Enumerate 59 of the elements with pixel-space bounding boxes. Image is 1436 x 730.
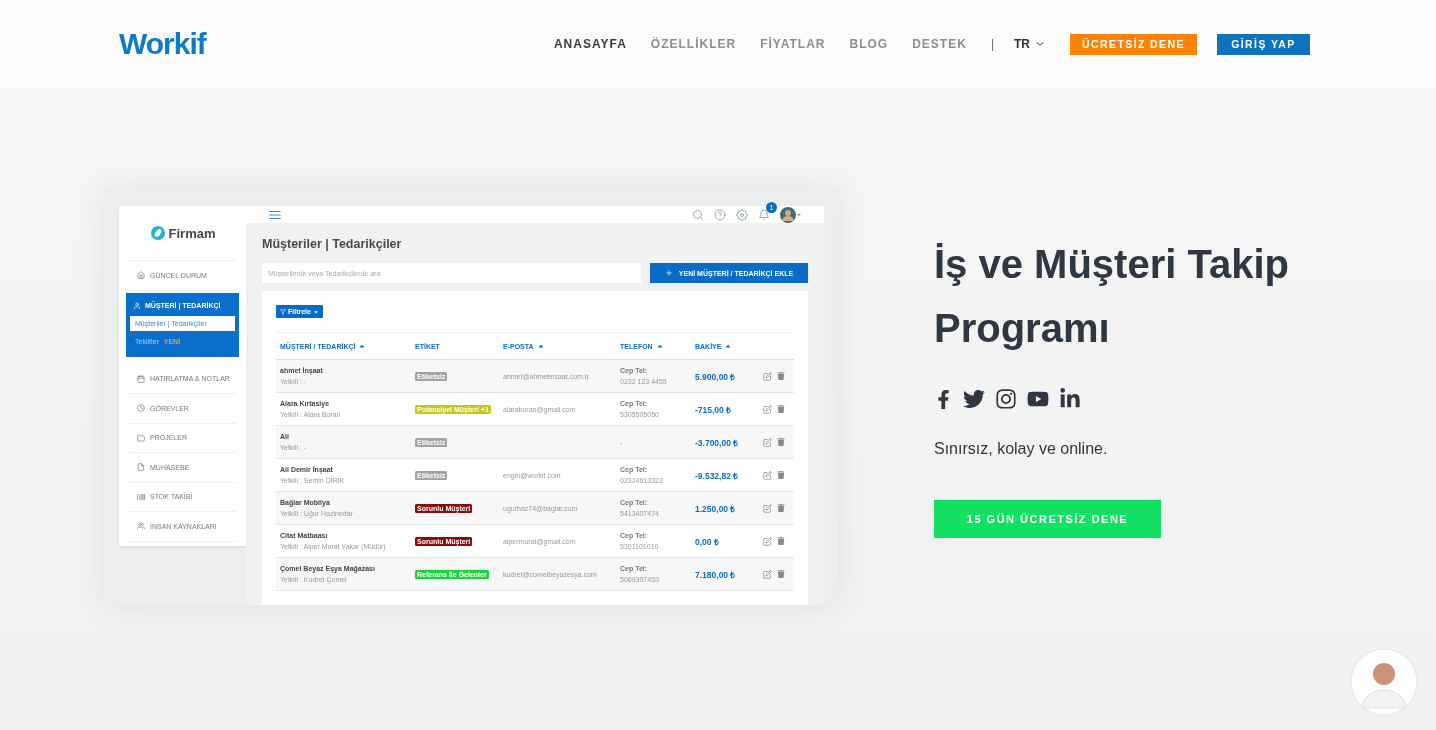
sort-caret-icon	[724, 342, 733, 350]
trash-icon[interactable]	[777, 503, 785, 513]
logo[interactable]: Workif	[119, 27, 206, 61]
trash-icon[interactable]	[777, 569, 785, 579]
trash-icon[interactable]	[777, 371, 785, 381]
firmam-logo-icon	[149, 225, 166, 241]
language-select[interactable]: TR	[1014, 37, 1046, 51]
balance-cell-text: 7.180,00 ₺	[695, 568, 737, 580]
balance-cell-text: -9.532,82 ₺	[695, 469, 740, 481]
sort-caret-icon	[655, 342, 664, 350]
nav-link[interactable]: DESTEK	[912, 37, 967, 51]
edit-icon[interactable]	[763, 569, 772, 579]
balance-cell-text: -3.700,00 ₺	[695, 436, 740, 448]
clock-icon	[137, 404, 145, 413]
caret-down-icon	[312, 308, 319, 315]
search-icon[interactable]	[692, 208, 704, 221]
nav-link[interactable]: FİYATLAR	[760, 37, 826, 51]
edit-icon[interactable]	[763, 470, 772, 480]
twitter-icon[interactable]	[963, 388, 985, 410]
trash-icon[interactable]	[777, 536, 785, 546]
edit-icon[interactable]	[763, 536, 772, 546]
file-icon	[137, 463, 145, 472]
settings-icon[interactable]	[736, 208, 748, 221]
home-icon	[137, 271, 145, 280]
balance-cell-text: 1.250,00 ₺	[695, 502, 737, 514]
chat-avatar-icon[interactable]	[1350, 648, 1418, 716]
bell-icon[interactable]	[758, 208, 770, 221]
nav-link[interactable]: ÖZELLİKLER	[650, 37, 737, 51]
instagram-icon[interactable]	[995, 388, 1017, 410]
trash-icon[interactable]	[777, 470, 785, 480]
avatar-icon[interactable]	[780, 206, 802, 223]
trash-icon[interactable]	[777, 437, 785, 447]
edit-icon[interactable]	[763, 503, 772, 513]
calendar-icon	[137, 374, 145, 383]
help-icon[interactable]	[714, 208, 726, 221]
edit-icon[interactable]	[763, 404, 772, 414]
nav-separator: |	[990, 37, 994, 51]
balance-cell-text: 5.900,00 ₺	[695, 370, 737, 382]
balance-cell-text: 0,00 ₺	[695, 535, 720, 547]
page-title: Müşteriler | Tedarikçiler	[262, 237, 403, 251]
balance-cell-text: -715,00 ₺	[695, 403, 733, 415]
edit-icon[interactable]	[763, 437, 772, 447]
folder-icon	[137, 433, 145, 442]
login-button[interactable]: GİRİŞ YAP	[1217, 33, 1310, 55]
sort-caret-icon	[536, 342, 545, 350]
people-icon	[137, 522, 145, 531]
trash-icon[interactable]	[777, 404, 785, 414]
nav-link[interactable]: ANASAYFA	[553, 37, 627, 51]
sort-caret-icon	[358, 342, 367, 350]
filter-icon	[280, 308, 286, 315]
app-logo: Firmam	[168, 225, 216, 241]
linkedin-icon[interactable]	[1059, 388, 1081, 410]
hero-title: İş ve Müşteri Takip Programı	[934, 241, 1290, 352]
plus-icon	[664, 269, 673, 277]
edit-icon[interactable]	[763, 371, 772, 381]
nav-link[interactable]: BLOG	[849, 37, 889, 51]
tagline: Sınırsız, kolay ve online.	[934, 440, 1109, 458]
user-icon	[133, 301, 141, 310]
barcode-icon	[137, 492, 145, 501]
